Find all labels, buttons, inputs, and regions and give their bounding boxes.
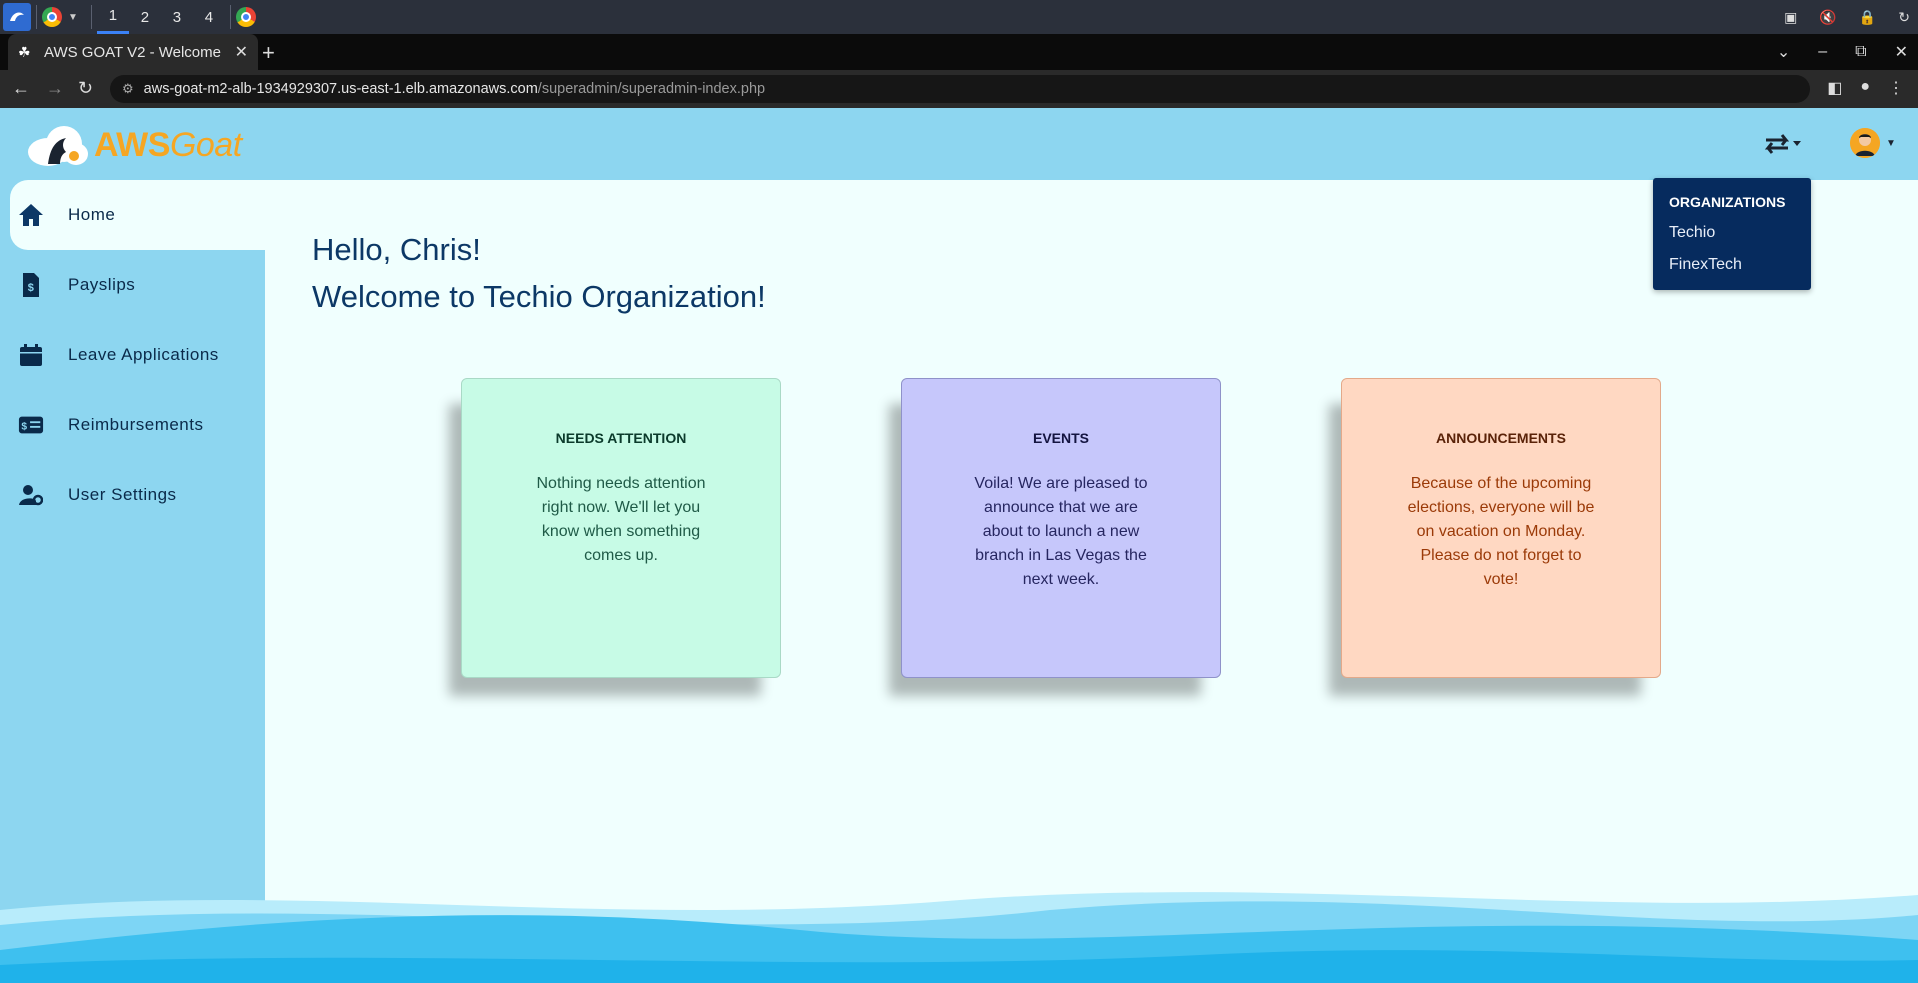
sidebar-item-label: Payslips — [68, 275, 136, 294]
avatar-chevron-down-icon[interactable]: ▼ — [1886, 138, 1896, 149]
card-title: ANNOUNCEMENTS — [1436, 430, 1566, 446]
url-path: /superadmin/superadmin-index.php — [537, 81, 766, 97]
minimize-icon[interactable]: – — [1818, 43, 1827, 61]
close-icon[interactable]: ✕ — [235, 42, 248, 62]
goat-cloud-logo-icon — [26, 122, 88, 168]
payslip-icon: $ — [18, 272, 44, 298]
sidebar-item-label: User Settings — [68, 485, 177, 504]
announcements-card: ANNOUNCEMENTS Because of the upcoming el… — [1341, 378, 1661, 678]
divider — [36, 5, 37, 29]
workspace-4[interactable]: 4 — [193, 0, 225, 34]
card-body: Because of the upcoming elections, every… — [1407, 475, 1595, 588]
kebab-menu-icon[interactable]: ⋮ — [1888, 78, 1904, 98]
app-logo[interactable]: AWSGoat — [26, 122, 242, 168]
wave-decoration — [0, 892, 1918, 983]
card-title: NEEDS ATTENTION — [555, 430, 687, 446]
calendar-icon — [18, 342, 44, 368]
dropdown-heading: ORGANIZATIONS — [1669, 194, 1786, 210]
forward-icon[interactable]: → — [46, 78, 64, 99]
workspace-3[interactable]: 3 — [161, 0, 193, 34]
divider — [90, 5, 92, 29]
events-card: EVENTS Voila! We are pleased to announce… — [901, 378, 1221, 678]
side-panel-icon[interactable]: ◧ — [1827, 78, 1842, 98]
svg-text:$: $ — [28, 282, 35, 294]
needs-attention-card: NEEDS ATTENTION Nothing needs attention … — [461, 378, 781, 678]
divider — [229, 5, 231, 29]
svg-text:$: $ — [21, 422, 27, 433]
goat-favicon-icon: ☘ — [18, 44, 31, 60]
sidebar-item-user-settings[interactable]: User Settings — [10, 460, 265, 530]
browser-tab-bar: ☘ AWS GOAT V2 - Welcome ✕ + ⌄ – ⧉ ✕ — [0, 34, 1918, 70]
switch-organization-button[interactable] — [1762, 128, 1802, 160]
site-info-icon[interactable]: ⚙ — [122, 81, 134, 97]
url-host: aws-goat-m2-alb-1934929307.us-east-1.elb… — [143, 81, 538, 97]
sidebar-item-leave-applications[interactable]: Leave Applications — [10, 320, 265, 390]
system-tray: ▣ 🔇 🔒 ↻ — [1784, 0, 1910, 34]
user-settings-icon — [18, 482, 44, 508]
os-menu-icon[interactable] — [3, 3, 31, 31]
window-close-icon[interactable]: ✕ — [1895, 42, 1908, 62]
app-header: AWSGoat ▼ — [0, 108, 1918, 180]
power-icon[interactable]: ↻ — [1898, 9, 1910, 26]
org-item-techio[interactable]: Techio — [1669, 224, 1715, 242]
sidebar-item-label: Leave Applications — [68, 345, 219, 364]
screen-icon[interactable]: ▣ — [1784, 9, 1797, 26]
window-controls: ⌄ – ⧉ ✕ — [1777, 34, 1908, 70]
back-icon[interactable]: ← — [12, 78, 30, 99]
welcome-heading: Hello, Chris! Welcome to Techio Organiza… — [312, 226, 766, 320]
sidebar-item-reimbursements[interactable]: $ Reimbursements — [10, 390, 265, 460]
sidebar-item-label: Reimbursements — [68, 415, 204, 434]
user-avatar[interactable] — [1850, 128, 1880, 158]
chevron-down-icon[interactable]: ▼ — [68, 12, 78, 23]
money-card-icon: $ — [18, 412, 44, 438]
sidebar-item-payslips[interactable]: $ Payslips — [10, 250, 265, 320]
chrome-window-icon[interactable] — [235, 7, 256, 27]
new-tab-icon[interactable]: + — [262, 40, 275, 66]
reload-icon[interactable]: ↻ — [78, 78, 93, 99]
workspace-1[interactable]: 1 — [96, 0, 129, 34]
sidebar-item-label: Home — [68, 205, 116, 224]
greeting-text: Hello, Chris! — [312, 232, 481, 267]
card-body: Nothing needs attention right now. We'll… — [536, 475, 706, 564]
address-bar: ← → ↻ ⚙ aws-goat-m2-alb-1934929307.us-ea… — [0, 70, 1918, 108]
tab-list-chevron-icon[interactable]: ⌄ — [1777, 42, 1790, 62]
restore-icon[interactable]: ⧉ — [1855, 43, 1866, 61]
org-item-finextech[interactable]: FinexTech — [1669, 256, 1742, 274]
tab-title: AWS GOAT V2 - Welcome — [44, 43, 221, 61]
card-body: Voila! We are pleased to announce that w… — [974, 475, 1148, 588]
logo-text: AWSGoat — [94, 125, 242, 164]
browser-tab[interactable]: ☘ AWS GOAT V2 - Welcome ✕ — [8, 34, 258, 70]
sidebar: Home $ Payslips Leave Applications $ Rei… — [0, 180, 265, 983]
sidebar-item-home[interactable]: Home — [10, 180, 265, 250]
url-input[interactable]: ⚙ aws-goat-m2-alb-1934929307.us-east-1.e… — [110, 75, 1810, 103]
chrome-launcher-icon[interactable] — [42, 7, 62, 27]
welcome-text: Welcome to Techio Organization! — [312, 279, 766, 314]
mute-icon[interactable]: 🔇 — [1819, 9, 1836, 26]
browser-actions: ◧ ● ⋮ — [1827, 78, 1904, 98]
home-icon — [18, 202, 44, 228]
profile-icon[interactable]: ● — [1860, 78, 1870, 98]
os-taskbar: ▼ 1 2 3 4 ▣ 🔇 🔒 ↻ — [0, 0, 1918, 34]
lock-icon[interactable]: 🔒 — [1859, 9, 1876, 26]
organizations-dropdown: ORGANIZATIONS Techio FinexTech — [1653, 178, 1811, 290]
workspace-2[interactable]: 2 — [129, 0, 161, 34]
card-title: EVENTS — [1032, 430, 1089, 446]
